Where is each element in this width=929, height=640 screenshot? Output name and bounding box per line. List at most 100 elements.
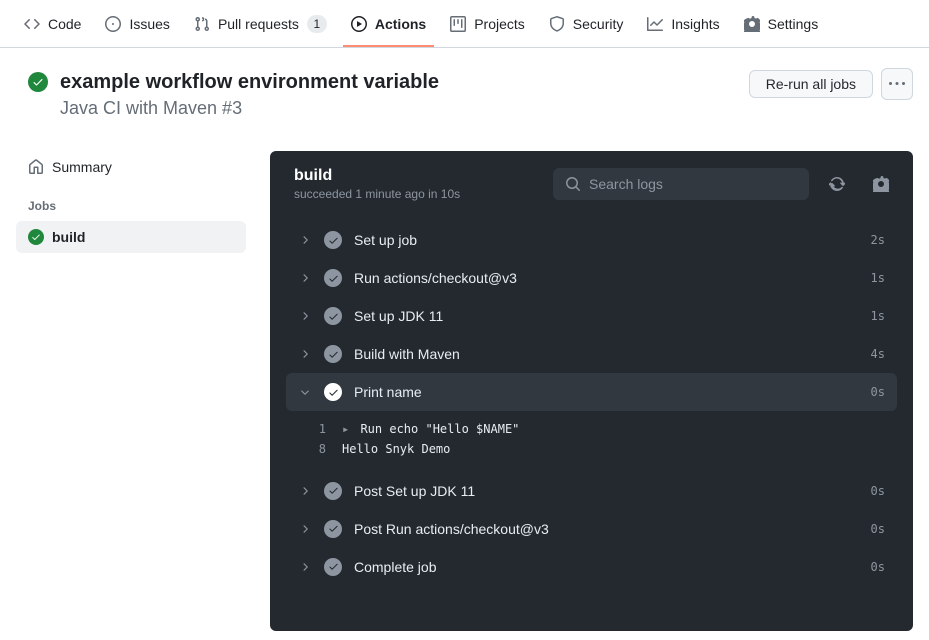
search-icon: [565, 176, 581, 192]
git-pull-request-icon: [194, 16, 210, 32]
code-icon: [24, 16, 40, 32]
tab-insights[interactable]: Insights: [639, 0, 727, 47]
status-success-icon: [28, 72, 48, 92]
rerun-all-jobs-button[interactable]: Re-run all jobs: [749, 70, 873, 98]
settings-button[interactable]: [865, 168, 897, 200]
step-row[interactable]: Post Set up JDK 11 0s: [286, 472, 897, 510]
workflow-subtitle: Java CI with Maven #3: [60, 98, 439, 119]
step-row[interactable]: Post Run actions/checkout@v3 0s: [286, 510, 897, 548]
refresh-button[interactable]: [821, 168, 853, 200]
sidebar-item-build[interactable]: build: [16, 221, 246, 253]
log-line-number: 1: [298, 419, 326, 439]
log-output: 1▸ Run echo "Hello $NAME"8Hello Snyk Dem…: [286, 411, 897, 472]
title-block: example workflow environment variable Ja…: [28, 68, 439, 119]
step-duration: 2s: [871, 233, 885, 247]
steps-list: Set up job2sRun actions/checkout@v31sSet…: [270, 221, 913, 610]
step-row[interactable]: Set up JDK 11 1s: [286, 297, 897, 335]
chevron-right-icon: [298, 310, 312, 322]
tab-label: Pull requests: [218, 16, 299, 32]
step-name: Post Set up JDK 11: [354, 483, 859, 499]
workflow-title: example workflow environment variable: [60, 68, 439, 96]
status-success-icon: [324, 558, 342, 576]
repo-tabs: Code Issues Pull requests 1 Actions Proj…: [0, 0, 929, 48]
step-name: Print name: [354, 384, 859, 400]
status-success-icon: [324, 345, 342, 363]
gear-icon: [744, 16, 760, 32]
chevron-right-icon: [298, 272, 312, 284]
status-success-icon: [324, 383, 342, 401]
step-name: Post Run actions/checkout@v3: [354, 521, 859, 537]
step-row[interactable]: Set up job 2s: [286, 221, 897, 259]
chevron-right-icon: [298, 348, 312, 360]
chevron-right-icon: [298, 561, 312, 573]
status-success-icon: [28, 229, 44, 245]
job-subtitle: succeeded 1 minute ago in 10s: [294, 187, 460, 201]
step-duration: 4s: [871, 347, 885, 361]
project-icon: [450, 16, 466, 32]
tab-label: Settings: [768, 16, 819, 32]
disclosure-caret-icon: ▸: [342, 422, 349, 436]
step-duration: 0s: [871, 385, 885, 399]
pr-count-badge: 1: [307, 15, 327, 33]
kebab-horizontal-icon: [889, 76, 905, 92]
step-duration: 0s: [871, 484, 885, 498]
job-log-panel: build succeeded 1 minute ago in 10s Set …: [270, 151, 913, 631]
more-actions-button[interactable]: [881, 68, 913, 100]
log-line: 1▸ Run echo "Hello $NAME": [298, 419, 885, 439]
step-duration: 1s: [871, 309, 885, 323]
status-success-icon: [324, 482, 342, 500]
tab-label: Insights: [671, 16, 719, 32]
status-success-icon: [324, 269, 342, 287]
play-icon: [351, 16, 367, 32]
tab-projects[interactable]: Projects: [442, 0, 533, 47]
tab-issues[interactable]: Issues: [97, 0, 177, 47]
step-name: Build with Maven: [354, 346, 859, 362]
step-name: Set up JDK 11: [354, 308, 859, 324]
sync-icon: [829, 176, 845, 192]
tab-label: Issues: [129, 16, 169, 32]
search-logs-input[interactable]: [589, 176, 797, 192]
status-success-icon: [324, 307, 342, 325]
step-name: Complete job: [354, 559, 859, 575]
tab-security[interactable]: Security: [541, 0, 632, 47]
step-row[interactable]: Complete job 0s: [286, 548, 897, 586]
step-row[interactable]: Print name 0s: [286, 373, 897, 411]
issue-icon: [105, 16, 121, 32]
sidebar: Summary Jobs build: [16, 151, 246, 253]
tab-settings[interactable]: Settings: [736, 0, 827, 47]
sidebar-label: Summary: [52, 159, 112, 175]
tab-label: Code: [48, 16, 81, 32]
step-duration: 0s: [871, 522, 885, 536]
log-line-number: 8: [298, 439, 326, 459]
sidebar-label: build: [52, 229, 85, 245]
chevron-right-icon: [298, 234, 312, 246]
step-row[interactable]: Run actions/checkout@v3 1s: [286, 259, 897, 297]
tab-label: Security: [573, 16, 624, 32]
sidebar-jobs-heading: Jobs: [16, 183, 246, 221]
tab-code[interactable]: Code: [16, 0, 89, 47]
tab-actions[interactable]: Actions: [343, 0, 434, 47]
sidebar-item-summary[interactable]: Summary: [16, 151, 246, 183]
chevron-down-icon: [298, 386, 312, 398]
step-name: Run actions/checkout@v3: [354, 270, 859, 286]
search-logs-input-wrap[interactable]: [553, 168, 809, 200]
log-line-text: Hello Snyk Demo: [342, 439, 450, 459]
gear-icon: [873, 176, 889, 192]
graph-icon: [647, 16, 663, 32]
step-duration: 0s: [871, 560, 885, 574]
status-success-icon: [324, 231, 342, 249]
job-title: build: [294, 167, 460, 185]
step-row[interactable]: Build with Maven 4s: [286, 335, 897, 373]
status-success-icon: [324, 520, 342, 538]
chevron-right-icon: [298, 485, 312, 497]
chevron-right-icon: [298, 523, 312, 535]
tab-label: Projects: [474, 16, 525, 32]
tab-label: Actions: [375, 16, 426, 32]
log-line: 8 Hello Snyk Demo: [298, 439, 885, 459]
workflow-header: example workflow environment variable Ja…: [0, 48, 929, 119]
tab-pull-requests[interactable]: Pull requests 1: [186, 0, 335, 47]
shield-icon: [549, 16, 565, 32]
home-icon: [28, 159, 44, 175]
step-name: Set up job: [354, 232, 859, 248]
step-duration: 1s: [871, 271, 885, 285]
